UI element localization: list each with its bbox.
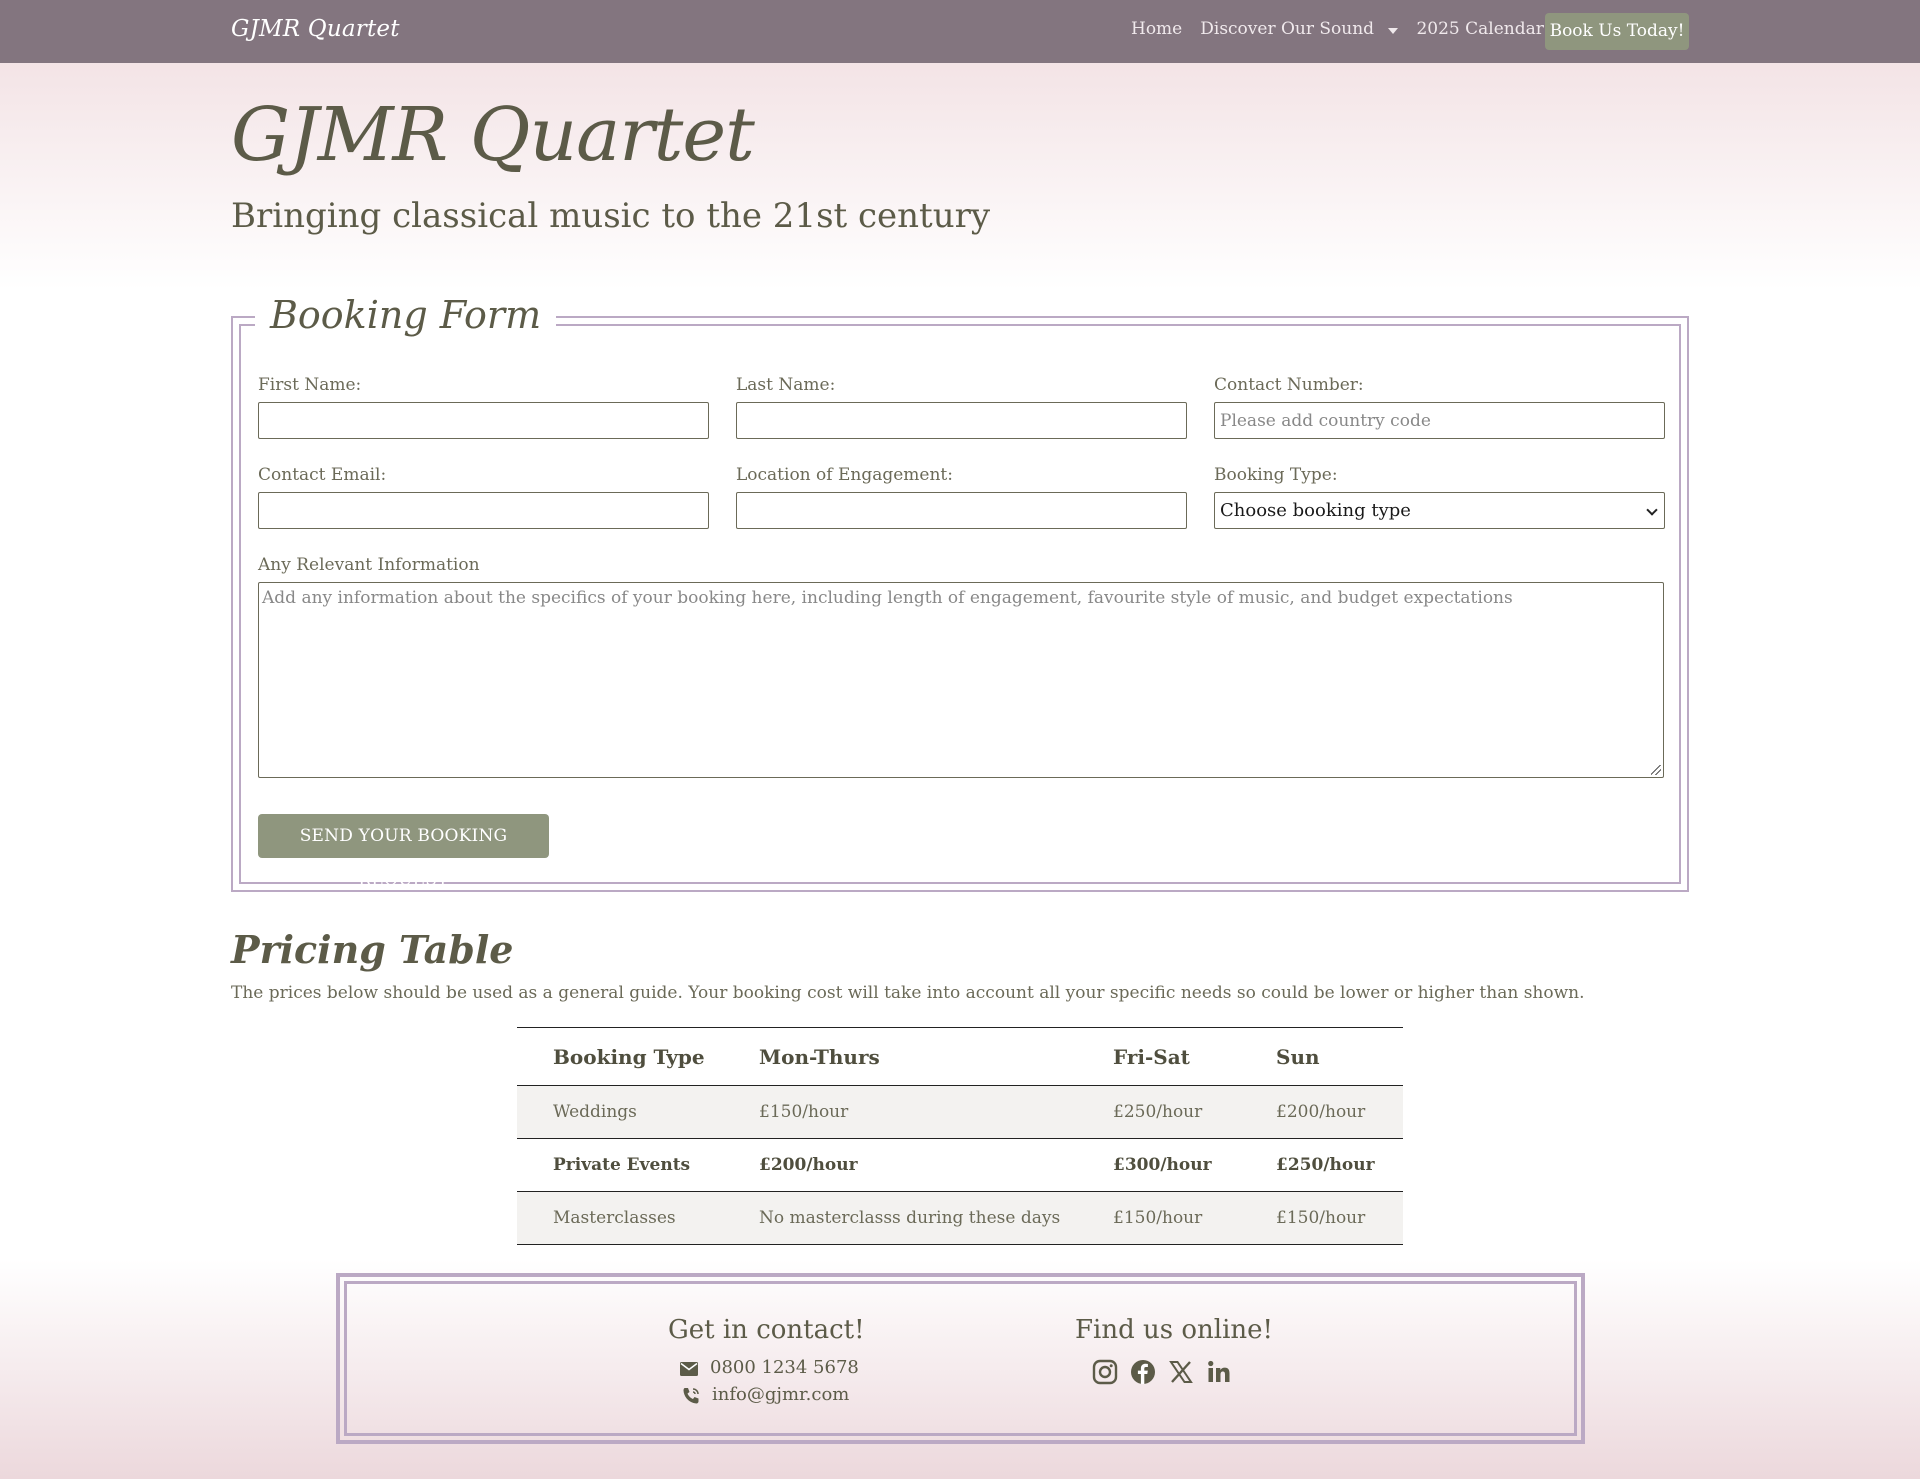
- nav-links: Home Discover Our Sound 2025 Calendar: [1131, 19, 1544, 39]
- instagram-icon[interactable]: [1092, 1359, 1118, 1385]
- column-header: Booking Type: [517, 1027, 723, 1086]
- footer: Get in contact! 0800 1234 5678 info@gjmr…: [336, 1273, 1585, 1444]
- contact-email-label: Contact Email:: [258, 465, 387, 485]
- pricing-table: Booking Type Mon-Thurs Fri-Sat Sun Weddi…: [517, 1027, 1403, 1245]
- last-name-label: Last Name:: [736, 375, 836, 395]
- nav-link-discover[interactable]: Discover Our Sound: [1200, 19, 1399, 39]
- table-header-row: Booking Type Mon-Thurs Fri-Sat Sun: [517, 1027, 1403, 1086]
- table-cell: Weddings: [517, 1085, 723, 1139]
- contact-number-label: Contact Number:: [1214, 375, 1364, 395]
- info-placeholder: Add any information about the specifics …: [262, 588, 1513, 608]
- chevron-down-icon: [1388, 28, 1399, 34]
- table-cell: £150/hour: [1240, 1191, 1403, 1245]
- footer-inner-border: [344, 1281, 1577, 1436]
- location-input[interactable]: [736, 492, 1187, 529]
- page-subtitle: Bringing classical music to the 21st cen…: [231, 196, 991, 236]
- table-cell: £150/hour: [723, 1085, 1077, 1139]
- contact-phone[interactable]: 0800 1234 5678: [680, 1357, 859, 1378]
- x-icon[interactable]: [1168, 1359, 1194, 1385]
- page-title: GJMR Quartet: [231, 92, 755, 178]
- contact-heading: Get in contact!: [668, 1315, 865, 1345]
- navbar: GJMR Quartet Home Discover Our Sound 202…: [0, 0, 1920, 63]
- nav-link-discover-label: Discover Our Sound: [1200, 19, 1375, 39]
- booking-form: Booking Form First Name: Last Name: Cont…: [231, 293, 1689, 892]
- table-cell: Masterclasses: [517, 1191, 723, 1245]
- navbar-brand[interactable]: GJMR Quartet: [231, 16, 400, 42]
- booking-type-selected-value: Choose booking type: [1220, 500, 1411, 521]
- table-row: Masterclasses No masterclasss during the…: [517, 1191, 1403, 1245]
- email-address: info@gjmr.com: [712, 1384, 850, 1405]
- column-header: Mon-Thurs: [723, 1027, 1077, 1086]
- booking-form-legend: Booking Form: [255, 293, 557, 337]
- booking-type-select[interactable]: Choose booking type: [1214, 492, 1665, 529]
- table-cell: £300/hour: [1077, 1138, 1240, 1192]
- phone-icon: [682, 1387, 700, 1403]
- chevron-down-icon: [1646, 504, 1658, 516]
- booking-type-label: Booking Type:: [1214, 465, 1338, 485]
- table-cell: No masterclasss during these days: [723, 1191, 1077, 1245]
- table-cell: Private Events: [517, 1138, 723, 1192]
- resize-handle-icon[interactable]: [1651, 765, 1661, 775]
- table-cell: £200/hour: [723, 1138, 1077, 1192]
- send-booking-button[interactable]: SEND YOUR BOOKING REQUEST: [258, 814, 549, 890]
- info-textarea[interactable]: Add any information about the specifics …: [258, 582, 1664, 778]
- pricing-title: Pricing Table: [231, 927, 514, 972]
- pricing-note: The prices below should be used as a gen…: [231, 983, 1585, 1003]
- table-cell: £250/hour: [1240, 1138, 1403, 1192]
- envelope-icon: [680, 1360, 698, 1376]
- nav-link-home[interactable]: Home: [1131, 19, 1182, 39]
- first-name-label: First Name:: [258, 375, 362, 395]
- first-name-input[interactable]: [258, 402, 709, 439]
- column-header: Sun: [1240, 1027, 1403, 1086]
- online-heading: Find us online!: [1075, 1315, 1273, 1345]
- phone-number: 0800 1234 5678: [710, 1357, 859, 1378]
- info-label: Any Relevant Information: [258, 555, 480, 575]
- contact-email-input[interactable]: [258, 492, 709, 529]
- contact-email[interactable]: info@gjmr.com: [682, 1384, 849, 1405]
- column-header: Fri-Sat: [1077, 1027, 1240, 1086]
- social-links: [1092, 1359, 1244, 1385]
- last-name-input[interactable]: [736, 402, 1187, 439]
- table-cell: £250/hour: [1077, 1085, 1240, 1139]
- location-label: Location of Engagement:: [736, 465, 953, 485]
- table-cell: £200/hour: [1240, 1085, 1403, 1139]
- book-us-button[interactable]: Book Us Today!: [1545, 13, 1689, 50]
- linkedin-icon[interactable]: [1206, 1359, 1232, 1385]
- table-cell: £150/hour: [1077, 1191, 1240, 1245]
- facebook-icon[interactable]: [1130, 1359, 1156, 1385]
- contact-number-input[interactable]: Please add country code: [1214, 402, 1665, 439]
- table-row: Weddings £150/hour £250/hour £200/hour: [517, 1085, 1403, 1139]
- nav-link-calendar[interactable]: 2025 Calendar: [1416, 19, 1543, 39]
- table-row: Private Events £200/hour £300/hour £250/…: [517, 1138, 1403, 1192]
